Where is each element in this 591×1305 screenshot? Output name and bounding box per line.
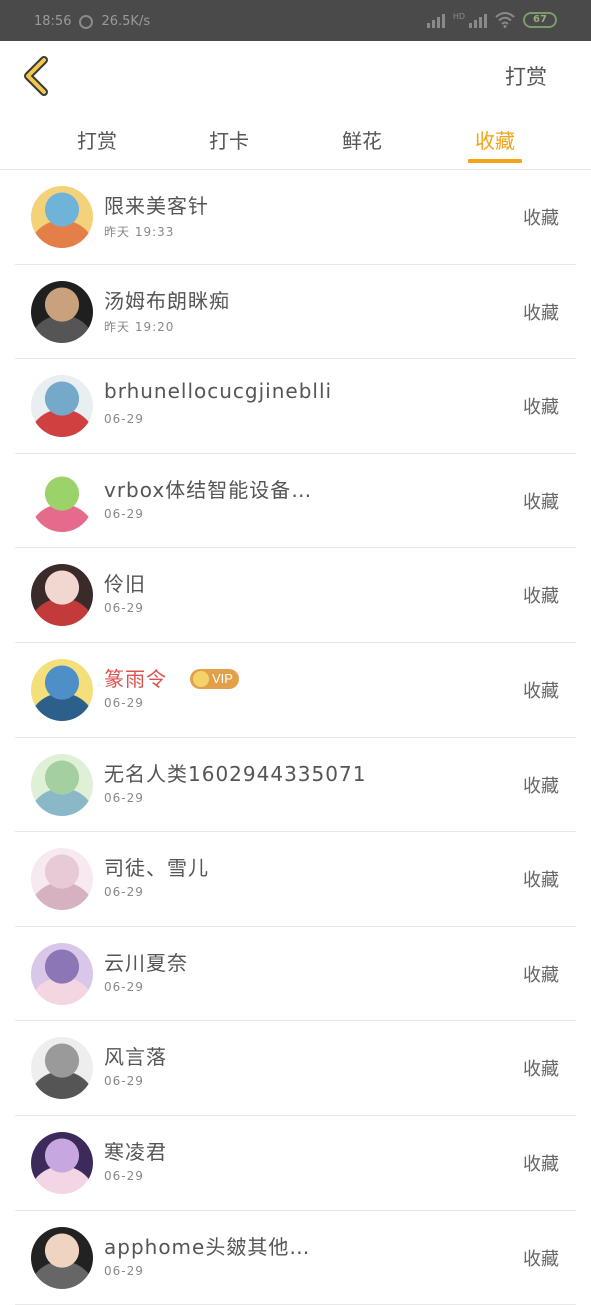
avatar[interactable] bbox=[31, 564, 93, 627]
favorite-label[interactable]: 收藏 bbox=[523, 1055, 559, 1081]
favorite-label[interactable]: 收藏 bbox=[523, 772, 559, 798]
back-button[interactable] bbox=[18, 55, 58, 97]
active-tab-indicator bbox=[468, 159, 522, 163]
user-name: brhunellocucgjineblli bbox=[104, 379, 333, 404]
vip-badge: VIP bbox=[190, 668, 239, 689]
user-name: 篆雨令 bbox=[104, 666, 167, 691]
item-time: 06-29 bbox=[104, 1263, 144, 1278]
user-name: 无名人类1602944335071 bbox=[104, 761, 367, 786]
favorite-label[interactable]: 收藏 bbox=[523, 1150, 559, 1176]
tab-bar: 打赏 打卡 鲜花 收藏 bbox=[0, 111, 591, 170]
list-item[interactable]: 风言落 06-29 收藏 bbox=[0, 1021, 591, 1116]
favorite-label[interactable]: 收藏 bbox=[523, 393, 559, 419]
signal-hd-icon bbox=[469, 12, 487, 28]
item-time: 06-29 bbox=[104, 695, 144, 710]
list-item[interactable]: brhunellocucgjineblli 06-29 收藏 bbox=[0, 359, 591, 454]
avatar[interactable] bbox=[31, 1226, 93, 1289]
item-time: 06-29 bbox=[104, 790, 144, 805]
avatar[interactable] bbox=[31, 280, 93, 343]
list-item[interactable]: 云川夏奈 06-29 收藏 bbox=[0, 927, 591, 1022]
item-time: 06-29 bbox=[104, 1074, 144, 1089]
user-name: 司徒、雪儿 bbox=[104, 856, 209, 881]
favorite-label[interactable]: 收藏 bbox=[523, 488, 559, 514]
favorite-label[interactable]: 收藏 bbox=[523, 677, 559, 703]
wifi-icon bbox=[495, 12, 515, 28]
list-item[interactable]: 司徒、雪儿 06-29 收藏 bbox=[0, 832, 591, 927]
user-name: vrbox体结智能设备… bbox=[104, 477, 313, 502]
avatar[interactable] bbox=[31, 1037, 93, 1100]
item-time: 昨天 19:20 bbox=[104, 319, 175, 334]
user-name: 寒凌君 bbox=[104, 1139, 167, 1164]
user-name: 伶旧 bbox=[104, 572, 146, 597]
list-item[interactable]: 伶旧 06-29 收藏 bbox=[0, 548, 591, 643]
list-item[interactable]: 无名人类1602944335071 06-29 收藏 bbox=[0, 738, 591, 833]
reward-button[interactable]: 打赏 bbox=[505, 61, 547, 91]
alarm-icon bbox=[79, 14, 94, 29]
favorite-label[interactable]: 收藏 bbox=[523, 866, 559, 892]
tab-favorites[interactable]: 收藏 bbox=[455, 125, 535, 154]
tab-reward[interactable]: 打赏 bbox=[57, 125, 137, 154]
avatar[interactable] bbox=[31, 942, 93, 1005]
list-item[interactable]: 篆雨令 VIP 06-29 收藏 bbox=[0, 643, 591, 738]
tab-checkin[interactable]: 打卡 bbox=[189, 125, 269, 154]
item-time: 昨天 19:33 bbox=[104, 225, 175, 239]
user-name: 汤姆布朗眯痴 bbox=[104, 288, 230, 313]
signal-icon bbox=[426, 12, 445, 28]
item-time: 06-29 bbox=[104, 601, 144, 616]
list-item[interactable]: 限来美客针昨天 19:33 收藏 bbox=[0, 170, 591, 265]
user-name: 限来美客针 bbox=[104, 194, 209, 218]
crown-icon bbox=[193, 670, 209, 687]
header: 打赏 bbox=[0, 41, 591, 111]
item-time: 06-29 bbox=[104, 979, 144, 994]
status-right: HD 67 bbox=[426, 12, 557, 28]
favorite-label[interactable]: 收藏 bbox=[523, 961, 559, 987]
favorite-label[interactable]: 收藏 bbox=[523, 1245, 559, 1271]
network-speed: 26.5K/s bbox=[101, 14, 151, 29]
favorite-label[interactable]: 收藏 bbox=[523, 299, 559, 325]
avatar[interactable] bbox=[31, 753, 93, 816]
status-bar: 18:56 26.5K/s HD 67 bbox=[0, 0, 591, 41]
list-item[interactable]: vrbox体结智能设备… 06-29 收藏 bbox=[0, 454, 591, 549]
item-time: 06-29 bbox=[104, 412, 144, 427]
battery-level: 67 bbox=[533, 14, 547, 25]
item-time: 06-29 bbox=[104, 885, 144, 900]
avatar[interactable] bbox=[31, 1131, 93, 1194]
vip-label: VIP bbox=[212, 670, 233, 686]
user-list: 限来美客针 昨天 19:33 收藏 汤姆布朗眯痴 昨天 19:20 收藏 brhunello… bbox=[0, 170, 591, 1305]
item-time: 06-29 bbox=[104, 1168, 144, 1183]
avatar[interactable] bbox=[31, 658, 93, 721]
avatar[interactable] bbox=[31, 375, 93, 438]
status-time: 18:56 bbox=[34, 14, 72, 29]
favorite-label[interactable]: 收藏 bbox=[523, 582, 559, 608]
battery-icon: 67 bbox=[523, 12, 557, 28]
chevron-left-icon bbox=[24, 56, 48, 96]
avatar[interactable] bbox=[31, 469, 93, 532]
hd-label: HD bbox=[452, 12, 465, 21]
user-name: apphome头皴其他… bbox=[104, 1234, 311, 1259]
user-name: 风言落 bbox=[104, 1045, 167, 1070]
item-time: 06-29 bbox=[104, 506, 144, 521]
list-item[interactable]: 寒凌君 06-29 收藏 bbox=[0, 1116, 591, 1211]
tab-flowers[interactable]: 鲜花 bbox=[322, 125, 402, 154]
avatar[interactable] bbox=[31, 186, 93, 248]
favorite-label[interactable]: 收藏 bbox=[523, 204, 559, 230]
user-name: 云川夏奈 bbox=[104, 950, 188, 975]
avatar[interactable] bbox=[31, 848, 93, 911]
list-item[interactable]: 汤姆布朗眯痴昨天 19:20 收藏 bbox=[0, 265, 591, 360]
list-item[interactable]: apphome头皴其他… 06-29 收藏 bbox=[0, 1211, 591, 1305]
status-left: 18:56 26.5K/s bbox=[34, 14, 150, 29]
